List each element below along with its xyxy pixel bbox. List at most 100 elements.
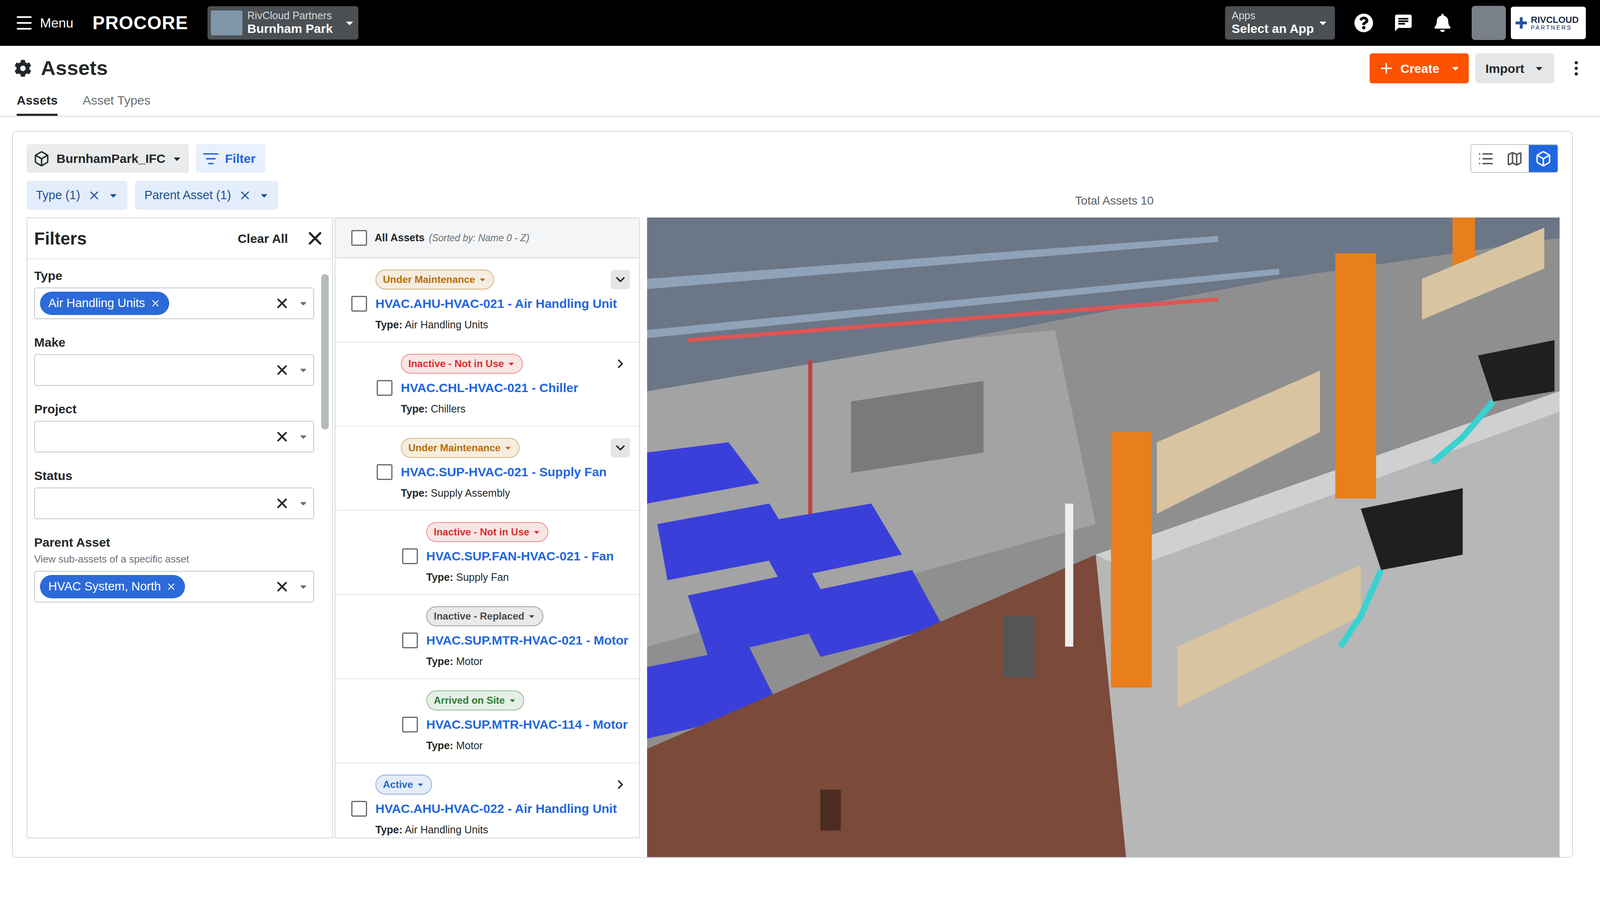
status-badge[interactable]: Arrived on Site	[426, 690, 525, 711]
checkbox[interactable]	[351, 800, 368, 817]
checkbox[interactable]	[351, 295, 368, 312]
caret-icon	[416, 780, 425, 789]
main-area: FiltersClear All Type Air Handling Units Ma…	[26, 217, 1559, 858]
field-input[interactable]	[34, 420, 315, 453]
asset-row[interactable]: Inactive - Not in Use HVAC.CHL-HVAC-021 -…	[335, 342, 640, 427]
expand-button[interactable]	[610, 354, 630, 374]
caret-icon[interactable]	[298, 498, 309, 509]
caret-icon	[478, 275, 487, 284]
clear-icon[interactable]	[274, 295, 290, 312]
clear-icon[interactable]	[274, 578, 290, 595]
plus-icon	[1377, 60, 1395, 77]
list-view-icon	[1477, 150, 1495, 168]
asset-row[interactable]: Inactive - Not in Use HVAC.SUP.FAN-HVAC-0…	[335, 510, 640, 595]
caret-icon[interactable]	[298, 431, 309, 442]
caret-icon[interactable]	[298, 298, 309, 309]
checkbox[interactable]	[376, 380, 393, 396]
project-selector[interactable]: RivCloud PartnersBurnham Park	[207, 6, 359, 40]
clear-icon[interactable]	[274, 495, 290, 512]
asset-row[interactable]: Active HVAC.AHU-HVAC-022 - Air Handling U…	[335, 763, 640, 839]
asset-row[interactable]: Arrived on Site HVAC.SUP.MTR-HVAC-114 - M…	[335, 679, 640, 764]
expand-button[interactable]	[610, 775, 630, 795]
scrollbar-thumb[interactable]	[321, 274, 329, 430]
close-icon[interactable]	[304, 227, 326, 249]
asset-name[interactable]: HVAC.SUP.MTR-HVAC-021 - Motor	[426, 630, 629, 650]
status-badge[interactable]: Inactive - Not in Use	[400, 353, 523, 374]
import-button[interactable]: Import	[1475, 53, 1555, 84]
checkbox[interactable]	[402, 548, 418, 565]
help-icon[interactable]	[1354, 13, 1374, 33]
toolbar: BurnhamPark_IFCFilter	[26, 144, 1559, 173]
asset-type: Type: Air Handling Units	[375, 822, 630, 838]
more-icon[interactable]	[1566, 58, 1586, 78]
apps-selector[interactable]: AppsSelect an App	[1225, 6, 1335, 40]
model-viewer-picture[interactable]	[647, 217, 1560, 858]
filter-chip[interactable]: Type (1)	[26, 180, 128, 210]
asset-name[interactable]: HVAC.AHU-HVAC-022 - Air Handling Unit	[375, 799, 617, 818]
remove-icon[interactable]	[150, 297, 161, 309]
menu-button[interactable]: Menu	[14, 12, 74, 33]
model-selector[interactable]: BurnhamPark_IFC	[26, 144, 189, 173]
field-label: Type	[34, 268, 315, 284]
caret-icon[interactable]	[259, 190, 270, 201]
field-input[interactable]	[34, 487, 315, 520]
collapse-button[interactable]	[610, 438, 630, 458]
status-badge[interactable]: Inactive - Not in Use	[426, 522, 549, 543]
tab[interactable]: Asset Types	[82, 87, 151, 116]
checkbox[interactable]	[376, 464, 393, 480]
status-badge[interactable]: Under Maintenance	[400, 437, 520, 458]
chat-icon[interactable]	[1393, 12, 1414, 33]
caret-icon[interactable]	[298, 365, 309, 375]
asset-row[interactable]: Inactive - Replaced HVAC.SUP.MTR-HVAC-021…	[335, 595, 640, 680]
status-badge[interactable]: Inactive - Replaced	[426, 606, 544, 627]
model-viewer[interactable]	[647, 217, 1560, 858]
filters-header: FiltersClear All	[27, 218, 333, 260]
procore-logo[interactable]: PROCORE	[92, 9, 188, 37]
status-badge[interactable]: Under Maintenance	[375, 269, 495, 290]
asset-name[interactable]: HVAC.SUP.MTR-HVAC-114 - Motor	[426, 715, 628, 734]
status-badge[interactable]: Active	[375, 774, 433, 795]
checkbox[interactable]	[351, 230, 368, 246]
view-toggle-button[interactable]	[1471, 145, 1500, 173]
value-tag[interactable]: Air Handling Units	[40, 291, 170, 315]
remove-icon[interactable]	[165, 581, 177, 593]
clear-icon[interactable]	[274, 428, 290, 445]
view-toggle-button[interactable]	[1500, 145, 1529, 173]
chevron-right-icon	[613, 777, 628, 792]
collapse-button[interactable]	[610, 270, 630, 290]
company-logo[interactable]: RIVCLOUDPARTNERS	[1510, 6, 1586, 40]
caret-icon[interactable]	[298, 581, 309, 592]
tab-bar: Assets Asset Types	[0, 87, 1600, 117]
remove-icon[interactable]	[238, 188, 252, 203]
asset-row[interactable]: Under Maintenance HVAC.AHU-HVAC-021 - Air…	[335, 258, 640, 343]
asset-name[interactable]: HVAC.SUP-HVAC-021 - Supply Fan	[400, 462, 607, 482]
list-header: All Assets(Sorted by: Name 0 - Z)	[335, 218, 640, 259]
user-avatar[interactable]	[1471, 5, 1506, 40]
field-label: Status	[34, 468, 315, 484]
create-button[interactable]: Create	[1369, 53, 1469, 84]
checkbox[interactable]	[402, 716, 418, 733]
clear-icon[interactable]	[274, 362, 290, 378]
asset-name[interactable]: HVAC.CHL-HVAC-021 - Chiller	[400, 378, 579, 398]
filter-chip[interactable]: Parent Asset (1)	[135, 180, 279, 210]
caret-icon	[1534, 63, 1545, 74]
tab[interactable]: Assets	[16, 87, 58, 116]
field-input[interactable]: Air Handling Units	[34, 287, 315, 320]
asset-type: Type: Motor	[426, 653, 630, 670]
field-input[interactable]	[34, 354, 315, 386]
bell-icon[interactable]	[1433, 13, 1452, 33]
asset-name[interactable]: HVAC.SUP.FAN-HVAC-021 - Fan	[426, 546, 614, 566]
checkbox[interactable]	[402, 632, 418, 649]
remove-icon[interactable]	[87, 188, 101, 203]
caret-icon	[1450, 63, 1461, 74]
clear-all-button[interactable]: Clear All	[237, 229, 288, 248]
field-input[interactable]: HVAC System, North	[34, 570, 315, 603]
view-toggle-button[interactable]	[1528, 145, 1558, 173]
asset-name[interactable]: HVAC.AHU-HVAC-021 - Air Handling Unit	[375, 294, 617, 313]
caret-icon[interactable]	[108, 190, 119, 201]
asset-row[interactable]: Under Maintenance HVAC.SUP-HVAC-021 - Sup…	[335, 426, 640, 511]
field-label: Make	[34, 335, 315, 350]
value-tag[interactable]: HVAC System, North	[40, 575, 185, 599]
filter-button[interactable]: Filter	[195, 144, 266, 173]
asset-type: Type: Motor	[426, 737, 630, 754]
